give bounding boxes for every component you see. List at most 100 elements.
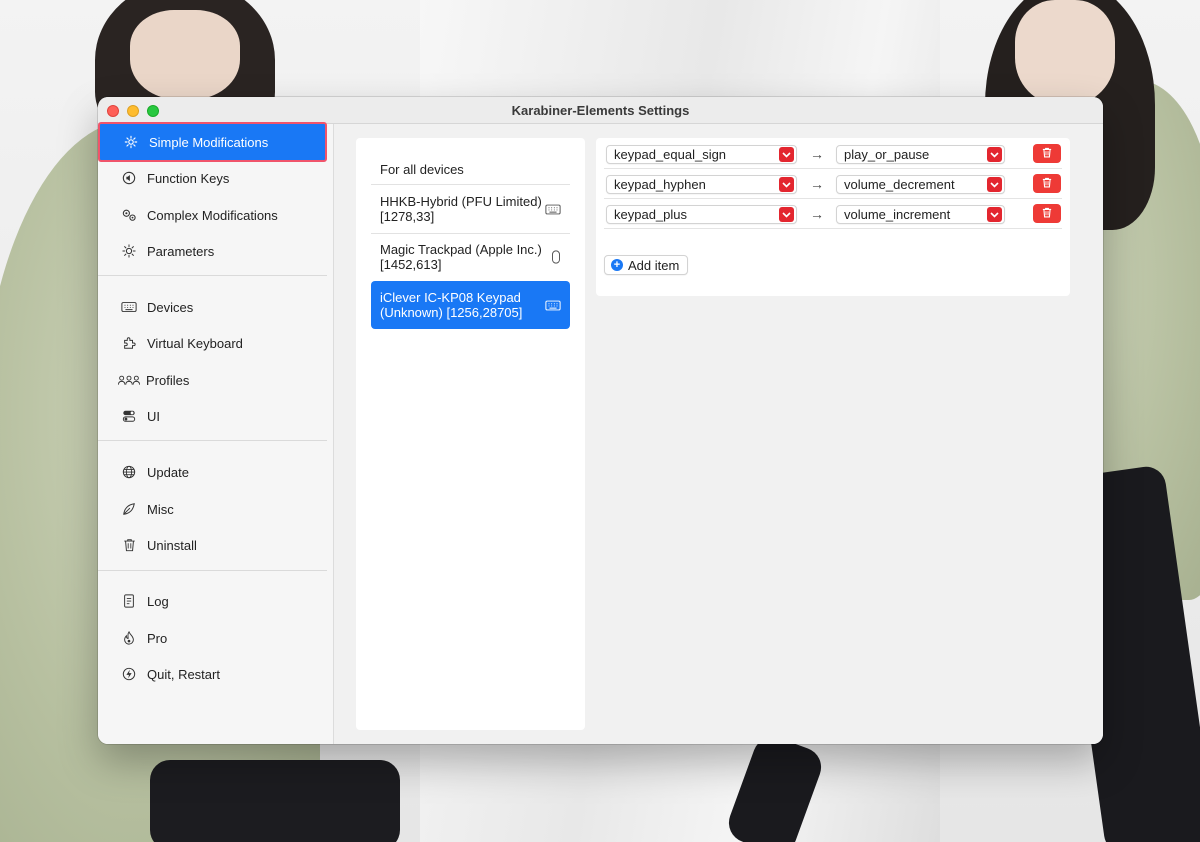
from-key-select[interactable]: keypad_equal_sign <box>606 145 797 164</box>
window-title: Karabiner-Elements Settings <box>511 102 690 118</box>
from-key-value: keypad_plus <box>614 207 687 222</box>
sidebar-item-simple-modifications[interactable]: Simple Modifications <box>98 122 327 162</box>
wallpaper-right-figure-face <box>1015 0 1115 105</box>
to-key-value: volume_increment <box>844 207 951 222</box>
add-item-button[interactable]: + Add item <box>604 255 689 275</box>
minimize-window-button[interactable] <box>127 105 139 117</box>
sidebar-item-quit-restart[interactable]: Quit, Restart <box>98 655 327 693</box>
device-name: HHKB-Hybrid (PFU Limited) [1278,33] <box>380 194 542 224</box>
sidebar-item-label: Profiles <box>146 372 190 388</box>
to-key-select[interactable]: volume_decrement <box>836 175 1005 194</box>
sidebar-item-complex-modifications[interactable]: Complex Modifications <box>98 196 327 234</box>
settings-window: Karabiner-Elements Settings Simple Modif… <box>98 97 1103 744</box>
sidebar-item-ui[interactable]: UI <box>98 397 327 435</box>
rule-row: keypad_plus → volume_increment <box>604 199 1062 229</box>
window-controls <box>107 105 159 117</box>
from-key-value: keypad_equal_sign <box>614 147 727 162</box>
to-key-value: volume_decrement <box>844 177 955 192</box>
to-key-select[interactable]: play_or_pause <box>836 145 1005 164</box>
sidebar-item-function-keys[interactable]: Function Keys <box>98 159 327 197</box>
sidebar-item-update[interactable]: Update <box>98 453 327 491</box>
chevron-down-icon <box>779 207 794 222</box>
keyboard-icon <box>545 204 561 215</box>
document-icon <box>120 592 138 610</box>
sidebar-item-label: Devices <box>147 299 194 315</box>
sidebar-item-label: Pro <box>147 630 168 646</box>
device-name: For all devices <box>380 161 464 177</box>
speaker-icon <box>120 169 138 187</box>
device-item-iclever-keypad[interactable]: iClever IC-KP08 Keypad (Unknown) [1256,2… <box>371 281 570 329</box>
device-name: Magic Trackpad (Apple Inc.) [1452,613] <box>380 242 542 272</box>
device-item-all[interactable]: For all devices <box>371 158 570 180</box>
close-window-button[interactable] <box>107 105 119 117</box>
sidebar-item-label: Log <box>147 593 169 609</box>
zoom-window-button[interactable] <box>147 105 159 117</box>
chevron-down-icon <box>987 177 1002 192</box>
device-id: (Unknown) [1256,28705] <box>380 305 523 320</box>
sidebar-item-label: Update <box>147 464 189 480</box>
device-name-line1: Magic Trackpad (Apple Inc.) <box>380 242 542 257</box>
keyboard-icon <box>545 300 561 311</box>
add-item-label: Add item <box>628 257 680 273</box>
trash-icon <box>1042 206 1052 221</box>
device-id: [1452,613] <box>380 257 442 272</box>
chevron-down-icon <box>987 207 1002 222</box>
trash-icon <box>1042 146 1052 161</box>
delete-rule-button[interactable] <box>1033 174 1061 193</box>
sidebar-item-parameters[interactable]: Parameters <box>98 232 327 270</box>
from-key-select[interactable]: keypad_hyphen <box>606 175 797 194</box>
plus-circle-icon: + <box>611 259 623 271</box>
from-key-select[interactable]: keypad_plus <box>606 205 797 224</box>
sidebar-item-pro[interactable]: Pro <box>98 619 327 657</box>
device-name: iClever IC-KP08 Keypad (Unknown) [1256,2… <box>380 290 522 320</box>
sidebar-divider <box>98 275 327 276</box>
sidebar-item-label: Uninstall <box>147 537 197 553</box>
to-key-select[interactable]: volume_increment <box>836 205 1005 224</box>
sidebar: Simple Modifications Function Keys Compl… <box>98 122 334 744</box>
flame-icon <box>120 629 138 647</box>
modification-rules: keypad_equal_sign → play_or_pause keypad… <box>596 138 1070 296</box>
from-key-value: keypad_hyphen <box>614 177 706 192</box>
device-id: [1278,33] <box>380 209 435 224</box>
chevron-down-icon <box>779 147 794 162</box>
rule-row: keypad_equal_sign → play_or_pause <box>604 139 1062 169</box>
sidebar-item-label: Simple Modifications <box>149 134 269 150</box>
sidebar-item-label: Function Keys <box>147 170 230 186</box>
sidebar-item-uninstall[interactable]: Uninstall <box>98 526 327 564</box>
arrow-right-icon: → <box>810 206 824 222</box>
gears-icon <box>120 206 138 224</box>
device-name-line1: HHKB-Hybrid (PFU Limited) <box>380 194 542 209</box>
toggle-icon <box>120 407 138 425</box>
device-list: For all devices HHKB-Hybrid (PFU Limited… <box>356 138 585 730</box>
sidebar-item-devices[interactable]: Devices <box>98 288 327 326</box>
device-item-magic-trackpad[interactable]: Magic Trackpad (Apple Inc.) [1452,613] <box>371 240 570 274</box>
title-bar[interactable]: Karabiner-Elements Settings <box>98 97 1103 124</box>
device-name-line1: iClever IC-KP08 Keypad <box>380 290 521 305</box>
wallpaper-left-figure-pants <box>150 760 400 842</box>
arrow-right-icon: → <box>810 176 824 192</box>
sidebar-item-misc[interactable]: Misc <box>98 490 327 528</box>
trash-icon <box>1042 176 1052 191</box>
rule-row: keypad_hyphen → volume_decrement <box>604 169 1062 199</box>
sidebar-item-label: Parameters <box>147 243 215 259</box>
sidebar-item-label: Quit, Restart <box>147 666 220 682</box>
device-divider <box>371 184 570 185</box>
gear-icon <box>122 133 140 151</box>
delete-rule-button[interactable] <box>1033 144 1061 163</box>
sidebar-item-label: Misc <box>147 501 174 517</box>
people-icon <box>117 371 141 389</box>
sidebar-item-label: Virtual Keyboard <box>147 335 243 351</box>
device-divider <box>371 233 570 234</box>
sidebar-item-log[interactable]: Log <box>98 582 327 620</box>
main-content: For all devices HHKB-Hybrid (PFU Limited… <box>334 124 1103 744</box>
sidebar-item-profiles[interactable]: Profiles <box>98 361 327 399</box>
sidebar-item-virtual-keyboard[interactable]: Virtual Keyboard <box>98 324 327 362</box>
device-item-hhkb[interactable]: HHKB-Hybrid (PFU Limited) [1278,33] <box>371 192 570 226</box>
globe-icon <box>120 463 138 481</box>
delete-rule-button[interactable] <box>1033 204 1061 223</box>
sidebar-divider <box>98 570 327 571</box>
leaf-icon <box>120 500 138 518</box>
trash-icon <box>120 536 138 554</box>
keyboard-icon <box>120 298 138 316</box>
bolt-icon <box>120 665 138 683</box>
